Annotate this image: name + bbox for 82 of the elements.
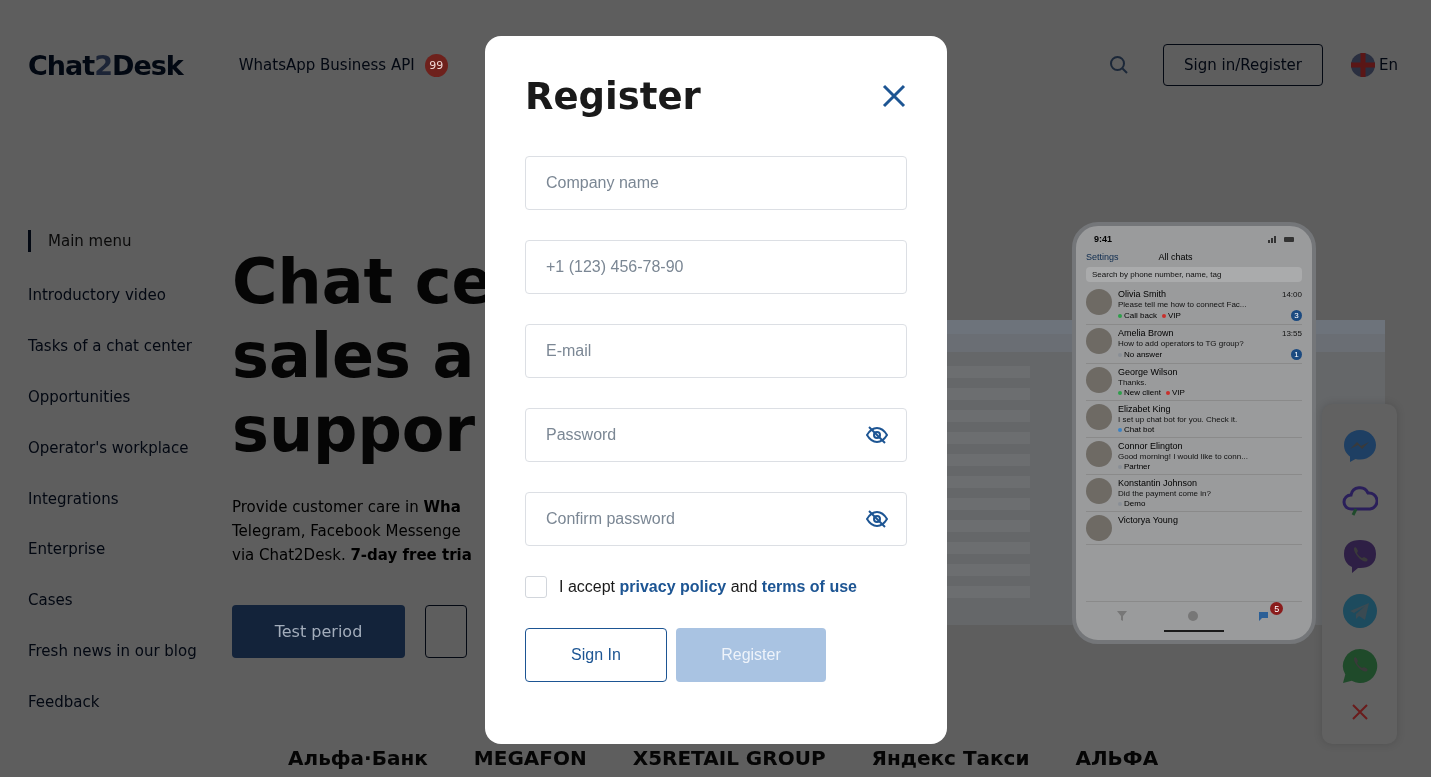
partner-logo: X5RETAIL GROUP	[632, 746, 826, 770]
messenger-icon[interactable]	[1341, 427, 1378, 464]
telegram-icon[interactable]	[1341, 592, 1378, 629]
partner-logo: MEGAFON	[473, 746, 587, 770]
tag-label: No answer	[1124, 350, 1163, 359]
avatar	[1086, 328, 1112, 354]
contact-name: Elizabet King	[1118, 404, 1171, 414]
contact-name: Connor Elington	[1118, 441, 1183, 451]
input-field[interactable]: Confirm password	[525, 492, 907, 546]
tag-label: Call back	[1124, 311, 1157, 320]
message-preview: Thanks.	[1118, 378, 1148, 387]
contact-name: George Wilson	[1118, 367, 1178, 377]
policy-link[interactable]: terms of use	[761, 578, 857, 595]
message-preview: How to add operators to TG group?	[1118, 339, 1245, 348]
chat-time: 13:55	[1281, 328, 1302, 338]
consent-checkbox[interactable]	[525, 576, 547, 598]
search-field[interactable]: Search by phone number, name, tag	[1086, 267, 1302, 282]
message-preview: Please tell me how to connect Fac...	[1118, 300, 1248, 309]
sidebar-link[interactable]: Tasks of a chat center	[28, 334, 232, 386]
input-field[interactable]: Company name	[525, 156, 907, 210]
avatar	[1086, 289, 1112, 315]
sign-in-register-button[interactable]: Sign in/Register	[1163, 44, 1323, 86]
avatar	[1086, 515, 1112, 541]
tag-label: Chat bot	[1124, 425, 1155, 434]
phone-time: 9:41	[1094, 234, 1112, 244]
count-badge: 5	[1270, 602, 1284, 615]
search-icon[interactable]	[1109, 55, 1130, 75]
dialog-title: Register	[525, 74, 701, 118]
filter-icon[interactable]	[1115, 610, 1128, 622]
partner-logo: Яндекс Такси	[871, 746, 1030, 770]
partner-logo: АЛЬФА	[1075, 746, 1159, 770]
message-preview: Good morning! I would like to conn...	[1118, 452, 1249, 461]
input-field[interactable]: E-mail	[525, 324, 907, 378]
uk-flag-icon[interactable]	[1351, 53, 1375, 77]
tag-label: VIP	[1167, 311, 1181, 320]
avatar	[1086, 367, 1112, 393]
message-preview: I set up chat bot for you. Check it.	[1118, 415, 1239, 424]
viber-icon[interactable]	[1341, 537, 1378, 574]
settings-link[interactable]: Settings	[1086, 252, 1119, 262]
tag-label: VIP	[1171, 388, 1185, 397]
sidebar-link[interactable]: Opportunities	[28, 385, 232, 437]
unread-badge: 1	[1291, 349, 1302, 360]
tag-label: Demo	[1124, 499, 1146, 508]
input-field[interactable]: +1 (123) 456-78-90	[525, 240, 907, 294]
sidebar-link[interactable]: Integrations	[28, 487, 232, 539]
avatar	[1086, 404, 1112, 430]
sidebar-link[interactable]: Operator's workplace	[28, 436, 232, 488]
outline-button[interactable]	[425, 605, 467, 658]
contact-name: Amelia Brown	[1118, 328, 1174, 338]
tag-label: New client	[1124, 388, 1161, 397]
policy-link[interactable]: privacy policy	[619, 578, 727, 595]
sidebar-link[interactable]: Fresh news in our blog	[28, 640, 232, 692]
contact-name: Konstantin Johnson	[1118, 478, 1198, 488]
chat-time: 14:00	[1281, 289, 1302, 299]
contact-name: Olivia Smith	[1118, 289, 1166, 299]
test-period-button[interactable]: Test period	[232, 605, 405, 658]
hero-description: Provide customer care in Wha Telegram, Facebook Messenge via Chat2Desk. 7-day free tria	[232, 497, 473, 566]
chat2desk-logo[interactable]: Chat2Desk	[28, 49, 183, 81]
sidebar-link[interactable]: Cases	[28, 589, 232, 641]
avatar	[1086, 478, 1112, 504]
eye-slash-icon[interactable]	[866, 426, 888, 444]
phone-status-icon	[1268, 235, 1294, 243]
message-preview: Did the payment come in?	[1118, 489, 1212, 498]
dialog-button[interactable]: Sign In	[525, 628, 667, 682]
partner-logo: Альфа·Банк	[288, 746, 428, 770]
contact-name: Victorya Young	[1118, 515, 1178, 525]
sidebar-heading: Main menu	[28, 230, 232, 252]
sidebar-link[interactable]: Enterprise	[28, 538, 232, 590]
whatsapp-icon[interactable]	[1341, 647, 1378, 684]
consent-text: I accept privacy policy and terms of use	[559, 578, 857, 596]
sidebar-link[interactable]: Feedback	[28, 691, 232, 742]
tag-label: Partner	[1124, 462, 1151, 471]
avatar	[1086, 441, 1112, 467]
eye-slash-icon[interactable]	[866, 510, 888, 528]
nav-link[interactable]: WhatsApp Business API	[238, 56, 415, 74]
sidebar-link[interactable]: Introductory video	[28, 284, 232, 335]
close-icon[interactable]	[882, 84, 906, 108]
screen-title: All chats	[1158, 252, 1193, 262]
count-badge: 99	[424, 53, 448, 77]
unread-badge: 3	[1291, 310, 1302, 321]
language-link[interactable]: En	[1379, 56, 1398, 74]
input-field[interactable]: Password	[525, 408, 907, 462]
